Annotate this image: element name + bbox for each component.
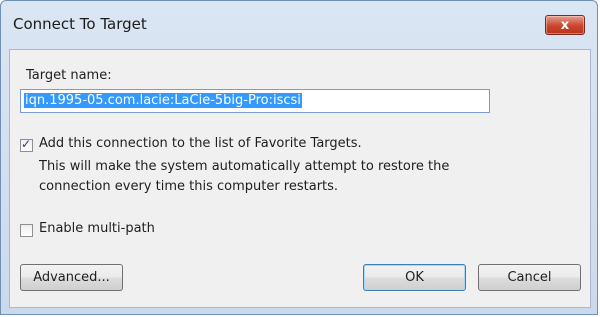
favorites-checkbox-label[interactable]: Add this connection to the list of Favor… [39,136,362,151]
target-name-value: iqn.1995-05.com.lacie:LaCie-5big-Pro:isc… [24,93,302,108]
dialog-body: Target name: iqn.1995-05.com.lacie:LaCie… [9,49,591,308]
dialog-title: Connect To Target [13,15,147,33]
cancel-button[interactable]: Cancel [478,264,581,291]
multipath-checkbox[interactable] [20,224,33,237]
favorites-description: This will make the system automatically … [39,159,450,194]
target-name-input[interactable]: iqn.1995-05.com.lacie:LaCie-5big-Pro:isc… [20,89,490,113]
title-bar: Connect To Target x [1,1,597,49]
ok-button[interactable]: OK [363,264,466,291]
multipath-checkbox-label[interactable]: Enable multi-path [39,221,155,236]
close-icon: x [560,17,570,33]
favorites-checkbox[interactable] [20,137,33,152]
connect-to-target-dialog: Connect To Target x Target name: iqn.199… [0,0,598,315]
advanced-button[interactable]: Advanced... [20,264,123,291]
target-name-label: Target name: [26,68,112,83]
close-button[interactable]: x [545,15,585,35]
